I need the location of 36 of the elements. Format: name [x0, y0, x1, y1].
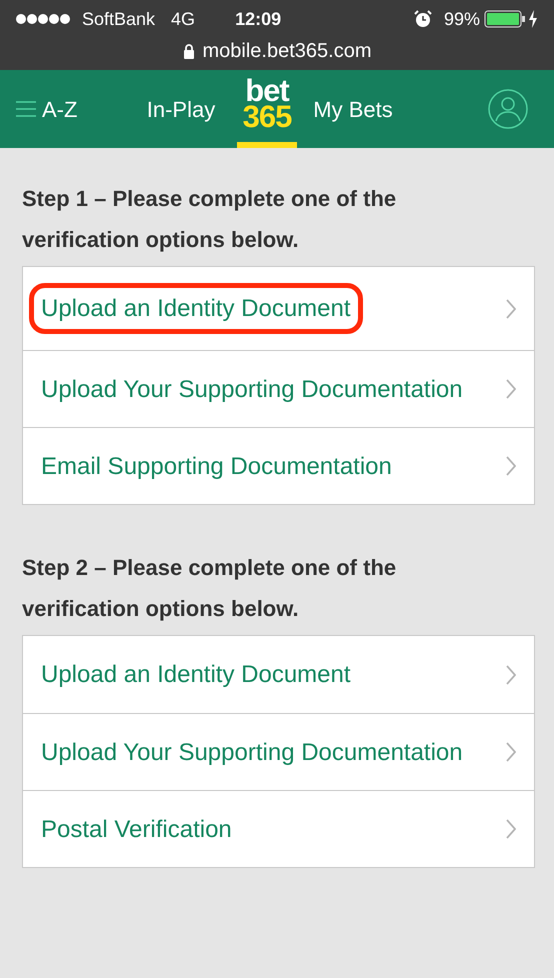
- option-row[interactable]: Email Supporting Documentation: [23, 427, 534, 504]
- network-type: 4G: [171, 8, 196, 30]
- nav-link[interactable]: A-Z: [42, 92, 78, 126]
- charging-icon: [528, 10, 538, 28]
- option-label: Postal Verification: [41, 814, 232, 844]
- lock-icon: [182, 43, 194, 59]
- chevron-icon: [506, 819, 516, 839]
- site-logo[interactable]: bet 365: [242, 78, 292, 130]
- option-label: Upload an Identity Document: [41, 660, 351, 690]
- menu-icon[interactable]: [16, 100, 36, 118]
- option-row[interactable]: Postal Verification: [23, 790, 534, 867]
- chevron-icon: [506, 379, 516, 399]
- option-label: Upload Your Supporting Documentation: [41, 738, 463, 768]
- chevron-icon: [506, 298, 516, 318]
- step-heading: Step 2 – Please complete one of the verification options below.: [22, 554, 398, 623]
- option-row[interactable]: Upload Your Supporting Documentation: [23, 350, 534, 427]
- alarm-icon: [414, 10, 432, 28]
- option-label: Upload an Identity Document: [29, 283, 363, 334]
- account-icon[interactable]: [488, 89, 528, 129]
- carrier-name: SoftBank: [82, 8, 156, 30]
- option-label: Email Supporting Documentation: [41, 452, 392, 482]
- battery-icon: [484, 10, 526, 28]
- option-label: Upload Your Supporting Documentation: [41, 374, 463, 404]
- option-row[interactable]: Upload an Identity Document: [23, 267, 534, 350]
- chevron-icon: [506, 664, 516, 684]
- nav-link[interactable]: My Bets: [298, 92, 408, 126]
- battery-percent: 99%: [444, 8, 480, 30]
- nav-link[interactable]: In-Play: [126, 92, 236, 126]
- chevron-icon: [506, 456, 516, 476]
- clock-time: 12:09: [235, 8, 282, 30]
- active-indicator: [237, 142, 297, 148]
- step-heading: Step 1 – Please complete one of the verification options below.: [22, 185, 398, 254]
- option-row[interactable]: Upload an Identity Document: [23, 636, 534, 713]
- option-row[interactable]: Upload Your Supporting Documentation: [23, 713, 534, 790]
- chevron-icon: [506, 742, 516, 762]
- address-url[interactable]: mobile.bet365.com: [202, 36, 372, 66]
